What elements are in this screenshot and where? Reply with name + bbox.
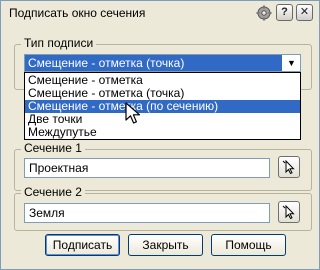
close-icon: ✕	[299, 6, 310, 18]
section2-label: Сечение 2	[21, 185, 85, 199]
cursor-pick-icon	[282, 159, 295, 175]
mouse-cursor-icon	[125, 102, 141, 124]
help-button[interactable]: Помощь	[211, 234, 286, 256]
help-icon: ?	[281, 6, 288, 18]
close-button[interactable]: Закрыть	[128, 234, 203, 256]
section1-label: Сечение 1	[21, 141, 85, 155]
cursor-pick-icon	[282, 204, 295, 220]
section1-pick-button[interactable]	[278, 156, 300, 178]
help-title-button[interactable]: ?	[276, 4, 293, 21]
gear-icon[interactable]	[256, 5, 272, 21]
dialog-window: Подписать окно сечения ? ✕ Тип подписи С…	[0, 0, 320, 270]
label-type-dropdown: Смещение - отметка Смещение - отметка (т…	[24, 72, 301, 140]
dropdown-option[interactable]: Междупутье	[25, 126, 300, 139]
close-title-button[interactable]: ✕	[296, 4, 313, 21]
section2-pick-button[interactable]	[278, 201, 300, 223]
section1-field[interactable]: Проектная	[24, 158, 270, 178]
label-type-select[interactable]: Смещение - отметка (точка) ▼	[24, 54, 301, 72]
title-bar[interactable]: Подписать окно сечения ? ✕	[1, 1, 319, 27]
chevron-down-icon[interactable]: ▼	[283, 55, 300, 71]
label-type-group-label: Тип подписи	[21, 36, 97, 50]
section2-field[interactable]: Земля	[24, 203, 270, 223]
window-title: Подписать окно сечения	[9, 6, 146, 20]
sign-button[interactable]: Подписать	[45, 234, 120, 256]
label-type-selected-value: Смещение - отметка (точка)	[25, 55, 282, 71]
